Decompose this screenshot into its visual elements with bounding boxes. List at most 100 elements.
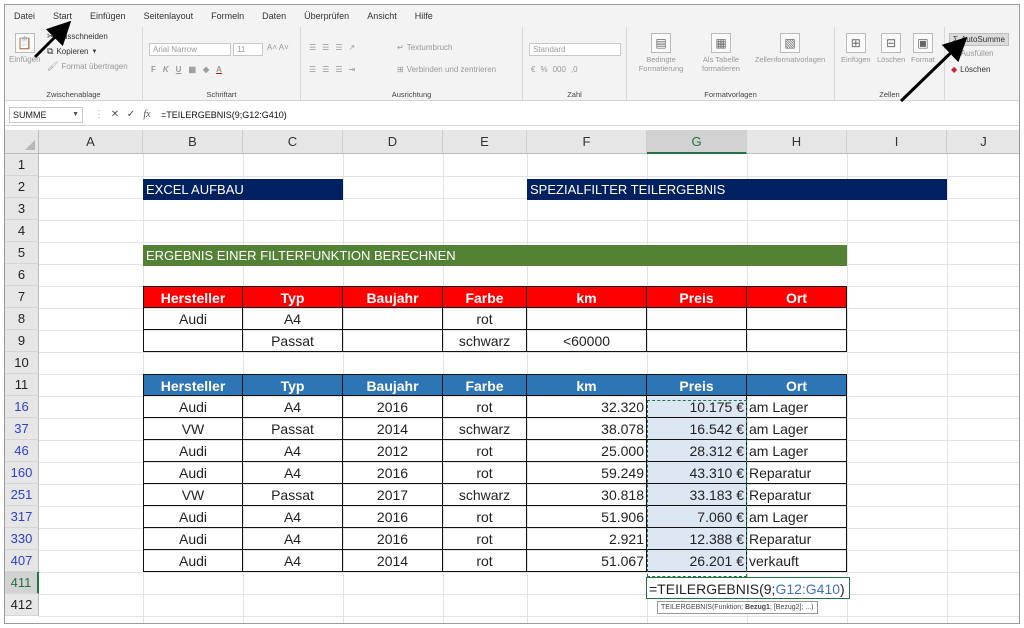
criteria-cell[interactable]	[647, 330, 747, 352]
results-cell[interactable]: Reparatur	[747, 484, 847, 506]
font-name-dropdown[interactable]: Arial Narrow	[149, 43, 231, 56]
column-header-a[interactable]: A	[39, 130, 143, 154]
paste-button[interactable]: 📋 Einfügen	[9, 33, 41, 64]
criteria-header-cell[interactable]: Farbe	[443, 286, 527, 308]
results-cell[interactable]: 2014	[343, 550, 443, 572]
results-cell[interactable]: am Lager	[747, 418, 847, 440]
clear-button[interactable]: ◆ Löschen	[951, 65, 990, 74]
row-header-5[interactable]: 5	[5, 242, 39, 264]
results-cell[interactable]: am Lager	[747, 440, 847, 462]
align-top-icon[interactable]: ☰	[309, 43, 316, 52]
row-header-412[interactable]: 412	[5, 594, 39, 616]
column-header-d[interactable]: D	[343, 130, 443, 154]
results-cell[interactable]: VW	[143, 418, 243, 440]
insert-function-icon[interactable]: fx	[139, 109, 155, 120]
results-header-cell[interactable]: Farbe	[443, 374, 527, 396]
results-header-cell[interactable]: Ort	[747, 374, 847, 396]
results-cell[interactable]: Audi	[143, 550, 243, 572]
criteria-cell[interactable]: <60000	[527, 330, 647, 352]
results-cell[interactable]: 51.067	[527, 550, 647, 572]
results-cell[interactable]: 2016	[343, 528, 443, 550]
menu-daten[interactable]: Daten	[253, 5, 295, 27]
results-cell[interactable]: 38.078	[527, 418, 647, 440]
criteria-cell[interactable]	[647, 308, 747, 330]
font-style-buttons[interactable]: F K U ▦ ◈ A	[151, 65, 222, 74]
criteria-cell[interactable]	[747, 308, 847, 330]
column-header-b[interactable]: B	[143, 130, 243, 154]
results-cell[interactable]: rot	[443, 506, 527, 528]
cell-styles-button[interactable]: ▧ Zellenformatvorlagen	[749, 33, 831, 64]
criteria-header-cell[interactable]: Baujahr	[343, 286, 443, 308]
menu-seitenlayout[interactable]: Seitenlayout	[135, 5, 203, 27]
formula-input[interactable]: =TEILERGEBNIS(9;G12:G410)	[161, 110, 287, 120]
border-icon[interactable]: ▦	[188, 65, 196, 74]
results-header-cell[interactable]: km	[527, 374, 647, 396]
format-cells-button[interactable]: ▣ Format	[911, 33, 935, 64]
results-cell[interactable]: VW	[143, 484, 243, 506]
results-cell[interactable]: 43.310 €	[647, 462, 747, 484]
fill-button[interactable]: ⬇ Ausfüllen	[951, 49, 994, 58]
row-header-10[interactable]: 10	[5, 352, 39, 374]
orientation-icon[interactable]: ↗	[349, 43, 356, 52]
font-grow-button[interactable]: A˄ A˅	[267, 43, 289, 52]
results-cell[interactable]: Audi	[143, 440, 243, 462]
results-cell[interactable]: A4	[243, 528, 343, 550]
menu-einfuegen[interactable]: Einfügen	[81, 5, 135, 27]
row-header-7[interactable]: 7	[5, 286, 39, 308]
autosum-button[interactable]: Σ AutoSumme	[949, 33, 1009, 46]
results-cell[interactable]: 25.000	[527, 440, 647, 462]
align-center-icon[interactable]: ☰	[322, 65, 329, 74]
underline-icon[interactable]: U	[176, 65, 182, 74]
results-cell[interactable]: 59.249	[527, 462, 647, 484]
row-header-11[interactable]: 11	[5, 374, 39, 396]
copy-button[interactable]: ⧉ Kopieren ▼	[47, 46, 97, 57]
results-cell[interactable]: Reparatur	[747, 528, 847, 550]
results-cell[interactable]: A4	[243, 440, 343, 462]
results-cell[interactable]: 30.818	[527, 484, 647, 506]
criteria-cell[interactable]	[343, 308, 443, 330]
results-cell[interactable]: A4	[243, 396, 343, 418]
results-cell[interactable]: 28.312 €	[647, 440, 747, 462]
criteria-cell[interactable]: Passat	[243, 330, 343, 352]
align-bottom-icon[interactable]: ☰	[335, 43, 342, 52]
results-cell[interactable]: am Lager	[747, 506, 847, 528]
row-header-6[interactable]: 6	[5, 264, 39, 286]
criteria-cell[interactable]: Audi	[143, 308, 243, 330]
results-cell[interactable]: rot	[443, 550, 527, 572]
results-cell[interactable]: Audi	[143, 396, 243, 418]
row-header-160[interactable]: 160	[5, 462, 39, 484]
results-cell[interactable]: 16.542 €	[647, 418, 747, 440]
results-cell[interactable]: 2014	[343, 418, 443, 440]
column-header-f[interactable]: F	[527, 130, 647, 154]
delete-cells-button[interactable]: ⊟ Löschen	[877, 33, 905, 64]
menu-ansicht[interactable]: Ansicht	[358, 5, 406, 27]
menu-datei[interactable]: Datei	[5, 5, 44, 27]
decimal-icon[interactable]: ,0	[571, 65, 578, 74]
results-header-cell[interactable]: Baujahr	[343, 374, 443, 396]
results-cell[interactable]: schwarz	[443, 484, 527, 506]
results-cell[interactable]: 33.183 €	[647, 484, 747, 506]
results-cell[interactable]: Audi	[143, 506, 243, 528]
active-formula-cell[interactable]: =TEILERGEBNIS(9;G12:G410)	[646, 577, 850, 599]
currency-icon[interactable]: €	[531, 65, 535, 74]
column-header-g[interactable]: G	[647, 130, 747, 154]
align-middle-icon[interactable]: ☰	[322, 43, 329, 52]
results-cell[interactable]: 2.921	[527, 528, 647, 550]
row-header-3[interactable]: 3	[5, 198, 39, 220]
results-cell[interactable]: 26.201 €	[647, 550, 747, 572]
row-header-2[interactable]: 2	[5, 176, 39, 198]
results-cell[interactable]: 2012	[343, 440, 443, 462]
row-header-251[interactable]: 251	[5, 484, 39, 506]
column-header-e[interactable]: E	[443, 130, 527, 154]
results-cell[interactable]: rot	[443, 396, 527, 418]
name-box[interactable]: SUMME ▼	[9, 106, 83, 123]
criteria-cell[interactable]	[527, 308, 647, 330]
row-header-46[interactable]: 46	[5, 440, 39, 462]
align-left-icon[interactable]: ☰	[309, 65, 316, 74]
conditional-formatting-button[interactable]: ▤ Bedingte Formatierung	[633, 33, 689, 73]
criteria-header-cell[interactable]: Preis	[647, 286, 747, 308]
results-cell[interactable]: 2016	[343, 462, 443, 484]
menu-formeln[interactable]: Formeln	[202, 5, 253, 27]
criteria-header-cell[interactable]: km	[527, 286, 647, 308]
row-header-9[interactable]: 9	[5, 330, 39, 352]
